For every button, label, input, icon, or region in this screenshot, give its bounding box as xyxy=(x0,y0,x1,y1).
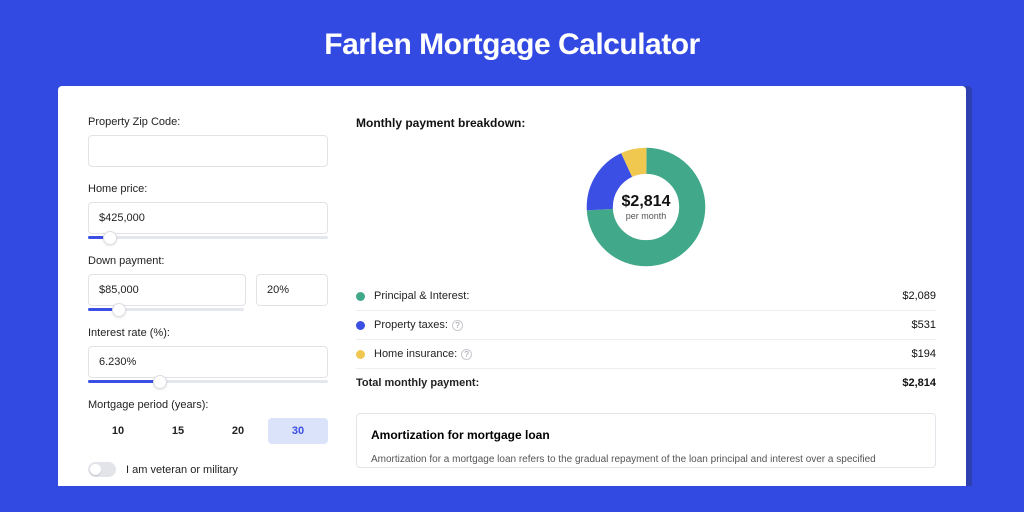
veteran-toggle-row: I am veteran or military xyxy=(88,462,328,477)
amortization-box: Amortization for mortgage loan Amortizat… xyxy=(356,413,936,468)
calculator-card: Property Zip Code: Home price: Down paym… xyxy=(58,86,966,486)
period-button-15[interactable]: 15 xyxy=(148,418,208,444)
help-icon[interactable]: ? xyxy=(461,349,472,360)
slider-thumb-icon[interactable] xyxy=(153,375,167,389)
donut-sub: per month xyxy=(626,211,667,221)
total-label: Total monthly payment: xyxy=(356,377,902,389)
legend-dot-icon xyxy=(356,292,365,301)
legend-dot-icon xyxy=(356,321,365,330)
veteran-label: I am veteran or military xyxy=(126,464,238,476)
period-button-30[interactable]: 30 xyxy=(268,418,328,444)
legend-label: Principal & Interest: xyxy=(374,290,902,302)
interest-rate-group: Interest rate (%): xyxy=(88,327,328,383)
donut-chart: $2,814 per month xyxy=(356,140,936,282)
period-button-20[interactable]: 20 xyxy=(208,418,268,444)
down-payment-group: Down payment: xyxy=(88,255,328,311)
down-payment-amount-input[interactable] xyxy=(88,274,246,306)
home-price-slider[interactable] xyxy=(88,236,328,239)
legend-dot-icon xyxy=(356,350,365,359)
toggle-knob-icon xyxy=(90,464,101,475)
slider-thumb-icon[interactable] xyxy=(112,303,126,317)
amortization-text: Amortization for a mortgage loan refers … xyxy=(371,452,921,467)
slider-thumb-icon[interactable] xyxy=(103,231,117,245)
interest-rate-input[interactable] xyxy=(88,346,328,378)
legend-row-home_insurance: Home insurance:?$194 xyxy=(356,340,936,369)
zip-field-group: Property Zip Code: xyxy=(88,116,328,167)
legend-value: $2,089 xyxy=(902,290,936,302)
period-label: Mortgage period (years): xyxy=(88,399,328,411)
breakdown-title: Monthly payment breakdown: xyxy=(356,116,936,130)
period-button-10[interactable]: 10 xyxy=(88,418,148,444)
zip-input[interactable] xyxy=(88,135,328,167)
legend-value: $531 xyxy=(912,319,936,331)
home-price-input[interactable] xyxy=(88,202,328,234)
breakdown-column: Monthly payment breakdown: $2,814 per mo… xyxy=(356,116,936,486)
legend-value: $194 xyxy=(912,348,936,360)
interest-rate-label: Interest rate (%): xyxy=(88,327,328,339)
down-payment-percent-input[interactable] xyxy=(256,274,328,306)
legend-label: Property taxes:? xyxy=(374,319,912,331)
period-group: Mortgage period (years): 10152030 xyxy=(88,399,328,444)
form-column: Property Zip Code: Home price: Down paym… xyxy=(88,116,328,486)
home-price-label: Home price: xyxy=(88,183,328,195)
legend-label: Home insurance:? xyxy=(374,348,912,360)
page-title: Farlen Mortgage Calculator xyxy=(0,0,1024,86)
legend-row-principal_interest: Principal & Interest:$2,089 xyxy=(356,282,936,311)
total-value: $2,814 xyxy=(902,377,936,389)
down-payment-label: Down payment: xyxy=(88,255,328,267)
interest-rate-slider[interactable] xyxy=(88,380,328,383)
legend-row-property_taxes: Property taxes:?$531 xyxy=(356,311,936,340)
amortization-title: Amortization for mortgage loan xyxy=(371,428,921,442)
donut-center: $2,814 per month xyxy=(585,146,707,268)
zip-label: Property Zip Code: xyxy=(88,116,328,128)
help-icon[interactable]: ? xyxy=(452,320,463,331)
donut-amount: $2,814 xyxy=(622,193,671,211)
total-row: Total monthly payment: $2,814 xyxy=(356,369,936,397)
veteran-toggle[interactable] xyxy=(88,462,116,477)
home-price-group: Home price: xyxy=(88,183,328,239)
down-payment-slider[interactable] xyxy=(88,308,244,311)
